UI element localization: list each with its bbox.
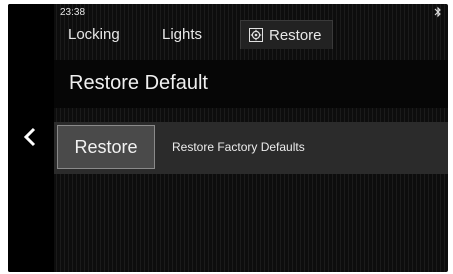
tab-restore[interactable]: Restore <box>240 20 333 49</box>
section-header: Restore Default <box>54 60 448 108</box>
restore-gear-icon <box>249 27 263 42</box>
side-rail <box>8 4 54 272</box>
status-time: 23:38 <box>60 7 86 18</box>
settings-screen: 23:38 Locking Lights Restore Restore Def… <box>8 4 448 272</box>
tab-bar: Locking Lights Restore <box>54 20 448 66</box>
restore-description: Restore Factory Defaults <box>172 140 305 154</box>
tab-restore-label: Restore <box>269 27 322 44</box>
tab-locking[interactable]: Locking <box>68 20 120 48</box>
chevron-left-icon[interactable] <box>20 126 42 148</box>
restore-row: Restore Restore Factory Defaults <box>54 122 448 174</box>
tab-lights[interactable]: Lights <box>162 20 202 48</box>
bluetooth-icon <box>434 6 441 18</box>
page-title: Restore Default <box>69 72 208 94</box>
restore-button[interactable]: Restore <box>57 125 155 169</box>
